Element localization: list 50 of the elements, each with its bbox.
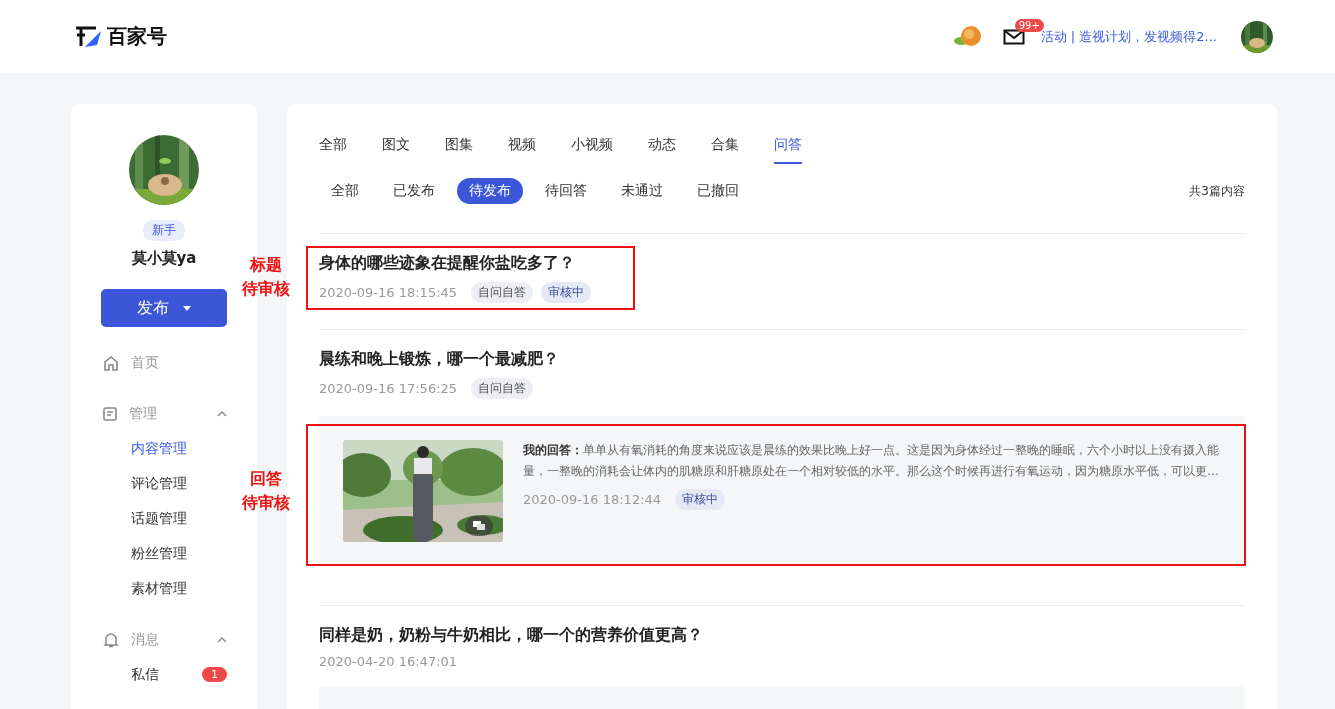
logo-icon <box>75 24 103 49</box>
status-tab[interactable]: 已撤回 <box>685 178 751 204</box>
status-tab[interactable]: 待发布 <box>457 178 523 204</box>
annotation-label: 回答 待审核 <box>241 468 291 514</box>
timestamp: 2020-09-16 17:56:25 <box>319 381 458 396</box>
type-tab[interactable]: 图集 <box>445 132 473 164</box>
mail-icon[interactable] <box>1002 28 1025 45</box>
nav-subitem[interactable]: 话题管理 <box>131 509 187 528</box>
type-tab[interactable]: 小视频 <box>571 132 613 164</box>
tag: 审核中 <box>541 282 592 303</box>
status-tab[interactable]: 已发布 <box>381 178 447 204</box>
status-tab[interactable]: 待回答 <box>533 178 599 204</box>
tag: 自问自答 <box>471 282 534 303</box>
type-tab[interactable]: 动态 <box>648 132 676 164</box>
notification-badge: 99+ <box>1014 18 1044 32</box>
publish-button[interactable]: 发布 <box>101 289 227 327</box>
nav-subitem[interactable]: 私信 <box>131 665 159 684</box>
bell-icon <box>103 631 119 648</box>
home-icon <box>103 354 119 371</box>
comment-icon <box>473 521 485 531</box>
timestamp: 2020-09-16 18:12:44 <box>523 492 662 507</box>
type-tab[interactable]: 问答 <box>774 132 802 164</box>
question-title[interactable]: 同样是奶，奶粉与牛奶相比，哪一个的营养价值更高？ <box>319 623 1245 647</box>
nav-subitem[interactable]: 素材管理 <box>131 579 187 598</box>
chevron-icon[interactable] <box>217 636 227 643</box>
timestamp: 2020-09-16 18:15:45 <box>319 285 458 300</box>
chevron-icon[interactable] <box>217 410 227 417</box>
question-title[interactable]: 身体的哪些迹象在提醒你盐吃多了？ <box>319 251 1245 275</box>
user-name: 莫小莫ya <box>131 249 197 268</box>
answer-text: 我的回答：单单从有氧消耗的角度来说应该是晨练的效果比晚上好一点。这是因为身体经过一整晚的睡眠，六个小时以上没有摄入能量，一整晚的消耗会让体内的肌糖原和肝糖原处在一个相对较低的水平。那么这个时候再进行有氧运动，因为糖原水平低，可以更… <box>523 442 1220 480</box>
caret-icon <box>183 305 191 311</box>
count-badge: 1 <box>202 667 227 682</box>
logo-text: 百家号 <box>107 23 167 50</box>
timestamp: 2020-04-20 16:47:01 <box>319 654 458 669</box>
type-tab[interactable]: 视频 <box>508 132 536 164</box>
tag: 审核中 <box>675 489 726 510</box>
type-tab[interactable]: 全部 <box>319 132 347 164</box>
nav-subitem[interactable]: 内容管理 <box>131 439 187 458</box>
status-tab[interactable]: 全部 <box>319 178 371 204</box>
document-icon <box>103 406 117 421</box>
nav-subitem[interactable]: 评论管理 <box>131 474 187 493</box>
tag: 自问自答 <box>471 378 534 399</box>
level-badge: 新手 <box>143 220 185 241</box>
annotation-label: 标题 待审核 <box>241 254 291 300</box>
type-tab[interactable]: 合集 <box>711 132 739 164</box>
total-count: 共3篇内容 <box>1189 182 1245 200</box>
type-tab[interactable]: 图文 <box>382 132 410 164</box>
nav-subitem[interactable]: 粉丝管理 <box>131 544 187 563</box>
status-tab[interactable]: 未通过 <box>609 178 675 204</box>
question-title[interactable]: 晨练和晚上锻炼，哪一个最减肥？ <box>319 347 1245 371</box>
